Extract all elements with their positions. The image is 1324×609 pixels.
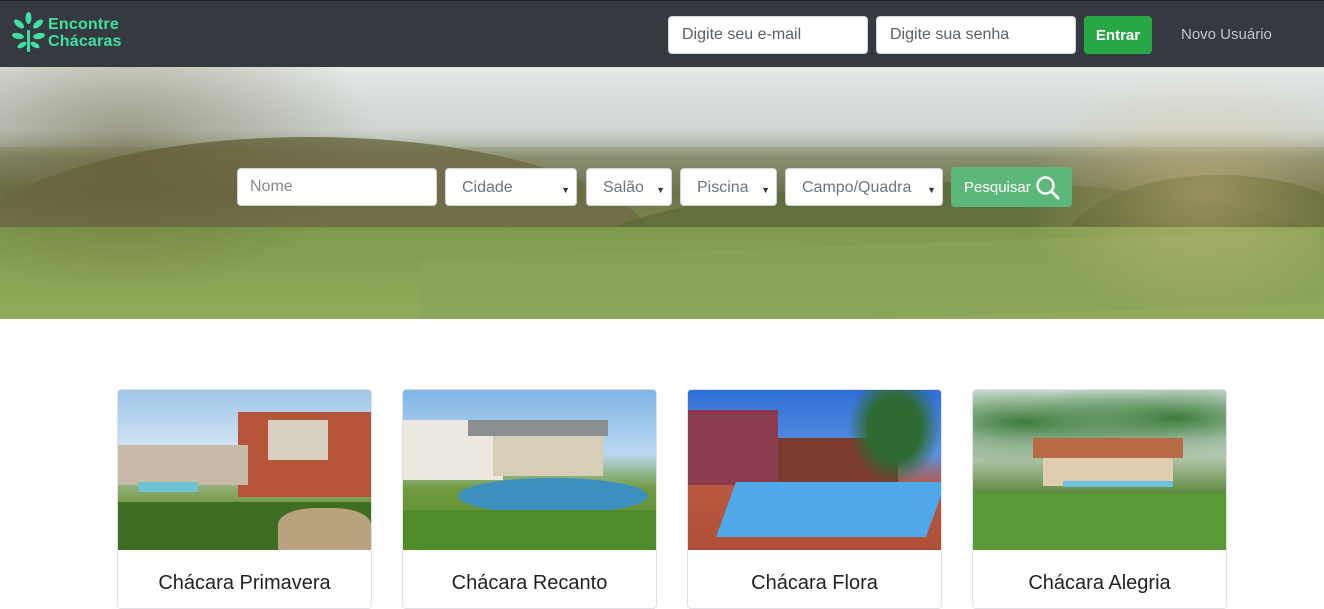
listing-title: Chácara Primavera: [158, 572, 331, 594]
listing-photo: [688, 390, 941, 550]
photo-roof: [468, 420, 608, 436]
caret-down-icon: ▼: [927, 185, 936, 195]
photo-pool: [715, 482, 941, 537]
brand-line-1: Encontre: [48, 16, 119, 33]
hall-select-label: Salão: [603, 179, 644, 196]
new-user-link[interactable]: Novo Usuário: [1181, 26, 1272, 43]
caret-down-icon: ▼: [656, 185, 665, 195]
top-navbar: Encontre Chácaras Entrar Novo Usuário: [0, 0, 1324, 67]
listing-card[interactable]: Chácara Flora: [687, 389, 942, 609]
city-select-label: Cidade: [462, 179, 513, 196]
password-field[interactable]: [876, 16, 1076, 54]
search-icon: [1036, 176, 1060, 200]
search-name-input[interactable]: [237, 168, 437, 206]
photo-building: [268, 420, 328, 460]
caret-down-icon: ▼: [761, 185, 770, 195]
field-select[interactable]: Campo/Quadra ▼: [785, 168, 943, 206]
photo-palm: [848, 390, 941, 485]
photo-building: [493, 436, 603, 476]
listing-photo: [403, 390, 656, 550]
tree-logo-icon: [12, 12, 45, 52]
search-button-label: Pesquisar: [964, 179, 1031, 196]
login-button[interactable]: Entrar: [1084, 16, 1152, 54]
photo-pool: [138, 482, 198, 492]
hall-select[interactable]: Salão ▼: [586, 168, 672, 206]
photo-roof: [1033, 438, 1183, 458]
city-select[interactable]: Cidade ▼: [445, 168, 577, 206]
listing-card[interactable]: Chácara Recanto: [402, 389, 657, 609]
listing-title: Chácara Flora: [751, 572, 878, 594]
listing-card[interactable]: Chácara Primavera: [117, 389, 372, 609]
brand-name: Encontre Chácaras: [48, 16, 122, 50]
email-field[interactable]: [668, 16, 868, 54]
photo-lawn: [973, 494, 1226, 550]
photo-rocks: [278, 508, 371, 550]
search-button[interactable]: Pesquisar: [951, 167, 1072, 207]
listing-title: Chácara Recanto: [451, 572, 608, 594]
pool-select[interactable]: Piscina ▼: [680, 168, 777, 206]
field-select-label: Campo/Quadra: [802, 179, 912, 196]
photo-lawn: [403, 510, 656, 550]
photo-building: [118, 445, 248, 485]
brand-line-2: Chácaras: [48, 33, 122, 50]
brand-logo[interactable]: Encontre Chácaras: [12, 11, 142, 57]
pool-select-label: Piscina: [697, 179, 749, 196]
listing-photo: [118, 390, 371, 550]
photo-pool: [1063, 481, 1173, 487]
listing-title: Chácara Alegria: [1028, 572, 1171, 594]
listing-photo: [973, 390, 1226, 550]
caret-down-icon: ▼: [561, 185, 570, 195]
photo-pool: [458, 478, 648, 514]
listing-card[interactable]: Chácara Alegria: [972, 389, 1227, 609]
photo-building: [688, 410, 778, 485]
hero-banner: Cidade ▼ Salão ▼ Piscina ▼ Campo/Quadra …: [0, 67, 1324, 319]
